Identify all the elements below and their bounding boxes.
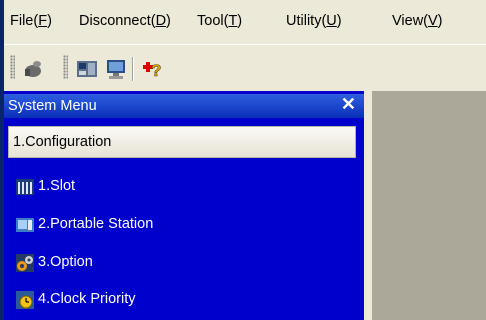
- menu-item-slot[interactable]: 1.Slot: [14, 174, 344, 200]
- connect-icon[interactable]: [22, 58, 44, 80]
- svg-text:?: ?: [151, 61, 161, 80]
- portable-station-icon: [14, 214, 36, 236]
- menu-item-label: 4.Clock Priority: [38, 291, 136, 307]
- menu-item-label: 2.Portable Station: [38, 216, 154, 232]
- toolbar: ?: [4, 45, 486, 92]
- menu-utility[interactable]: Utility(U): [286, 13, 342, 29]
- system-menu-panel: System Menu ✕ 1.Configuration 1.Slot 2.P…: [4, 91, 364, 320]
- menu-file[interactable]: File(F): [10, 13, 52, 29]
- menu-disconnect[interactable]: Disconnect(D): [79, 13, 171, 29]
- menu-item-portable-station[interactable]: 2.Portable Station: [14, 212, 344, 238]
- group-configuration[interactable]: 1.Configuration: [8, 126, 356, 158]
- menu-item-label: 1.Slot: [38, 178, 76, 194]
- menu-item-option[interactable]: 3.Option: [14, 250, 344, 276]
- menu-bar: File(F) Disconnect(D) Tool(T) Utility(U)…: [4, 0, 486, 44]
- group-label: 1.Configuration: [13, 134, 112, 150]
- splitter[interactable]: [364, 91, 372, 320]
- option-icon: [14, 252, 36, 274]
- station-icon[interactable]: [76, 58, 98, 80]
- toolbar-grip-2[interactable]: [63, 55, 68, 79]
- menu-item-label: 3.Option: [38, 254, 93, 270]
- help-icon[interactable]: ?: [142, 58, 164, 80]
- toolbar-separator: [132, 57, 134, 81]
- menu-item-clock-priority[interactable]: 4.Clock Priority: [14, 287, 344, 313]
- menu-view[interactable]: View(V): [392, 13, 443, 29]
- slot-icon: [14, 176, 36, 198]
- close-icon[interactable]: ✕: [341, 94, 356, 115]
- toolbar-grip[interactable]: [10, 55, 15, 79]
- clock-priority-icon: [14, 289, 36, 311]
- panel-title-bar: System Menu ✕: [4, 94, 364, 118]
- panel-title: System Menu: [8, 98, 97, 114]
- menu-tool[interactable]: Tool(T): [197, 13, 242, 29]
- workspace-area: [364, 91, 486, 320]
- monitor-icon[interactable]: [105, 58, 127, 80]
